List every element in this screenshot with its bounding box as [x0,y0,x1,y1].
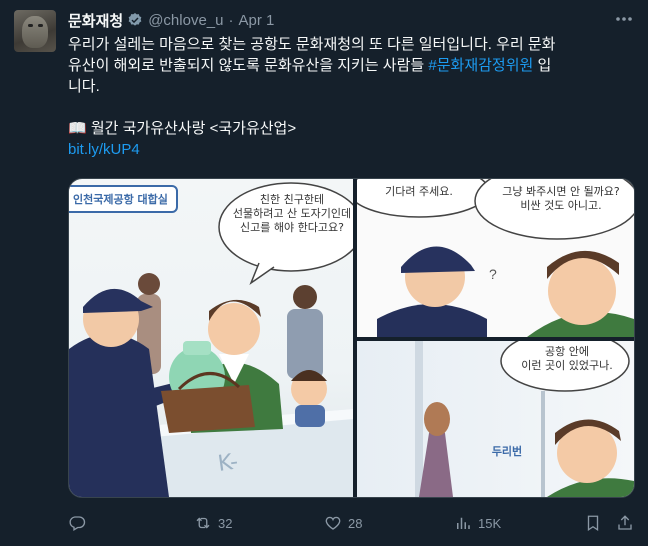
repost-icon [196,517,210,529]
avatar-mask-face [22,16,48,48]
author-handle[interactable]: @chlove_u [148,12,223,29]
like-count: 28 [348,515,363,531]
book-emoji: 📖 [68,120,87,137]
repost-count: 32 [218,515,233,531]
sfx-text: 두리번 [491,445,523,458]
hashtag-link[interactable]: #문화재감정위원 [428,57,533,74]
avatar-eye-left [28,24,33,27]
share-icon [618,515,632,530]
verified-badge-icon [127,12,143,28]
short-link[interactable]: bit.ly/kUP4 [68,141,140,158]
header-separator: · [228,11,234,29]
bubble-text-2: 기다려 주세요. [385,185,453,198]
avatar-eye-right [38,24,43,27]
repost-button[interactable]: 32 [194,514,232,532]
post-date[interactable]: Apr 1 [238,12,274,29]
post-header: 문화재청 @chlove_u · Apr 1 [68,9,274,31]
bubble-text-3: 그냥 봐주시면 안 될까요? 비싼 것도 아니고. [502,185,620,212]
author-avatar[interactable] [14,10,56,52]
svg-text:?: ? [489,266,497,282]
post-text-line3: 니다. [68,78,100,95]
bubble-text-1: 친한 친구한테 선물하려고 산 도자기인데 신고를 해야 한다고요? [232,193,352,234]
magazine-title: 월간 국가유산사랑 <국가유산업> [86,120,297,137]
reply-button[interactable] [68,514,92,532]
views-icon [457,517,470,529]
bookmark-icon [587,515,599,532]
post-text-line2: 유산이 해외로 반출되지 않도록 문화유산을 지키는 사람들 [68,57,429,74]
views-count: 15K [478,515,502,531]
comic-panel-1: 인천국제공항 대합실 K- 친한 친구한테 선물하려고 산 도자기인데 신고를 … [69,179,353,497]
comic-image[interactable]: 인천국제공항 대합실 K- 친한 친구한테 선물하려고 산 도자기인데 신고를 … [68,178,635,498]
post-text-line2-end: 입 [533,57,552,74]
more-icon[interactable] [614,11,634,27]
post-text-line1: 우리가 설레는 마음으로 찾는 공항도 문화재청의 또 다른 일터입니다. 우리… [68,36,556,53]
share-button[interactable] [616,514,634,532]
reply-icon [69,516,86,531]
post-text: 우리가 설레는 마음으로 찾는 공항도 문화재청의 또 다른 일터입니다. 우리… [68,34,634,160]
like-icon [325,516,341,530]
comic-panel-2: ? 기다려 주세요. 그냥 봐주시면 안 될까요? 비싼 것도 아니고. [357,179,634,337]
bookmark-button[interactable] [584,514,602,532]
comic-panel-3: 공항 안에 이런 곳이 있었구나. 두리번 [357,341,634,497]
views-button[interactable]: 15K [454,514,501,532]
like-button[interactable]: 28 [324,514,362,532]
action-bar: 32 28 15K [68,514,634,534]
author-name[interactable]: 문화재청 [68,10,123,31]
bubble-text-4: 공항 안에 이런 곳이 있었구나. [521,345,613,372]
svg-text:K-: K- [216,449,239,477]
